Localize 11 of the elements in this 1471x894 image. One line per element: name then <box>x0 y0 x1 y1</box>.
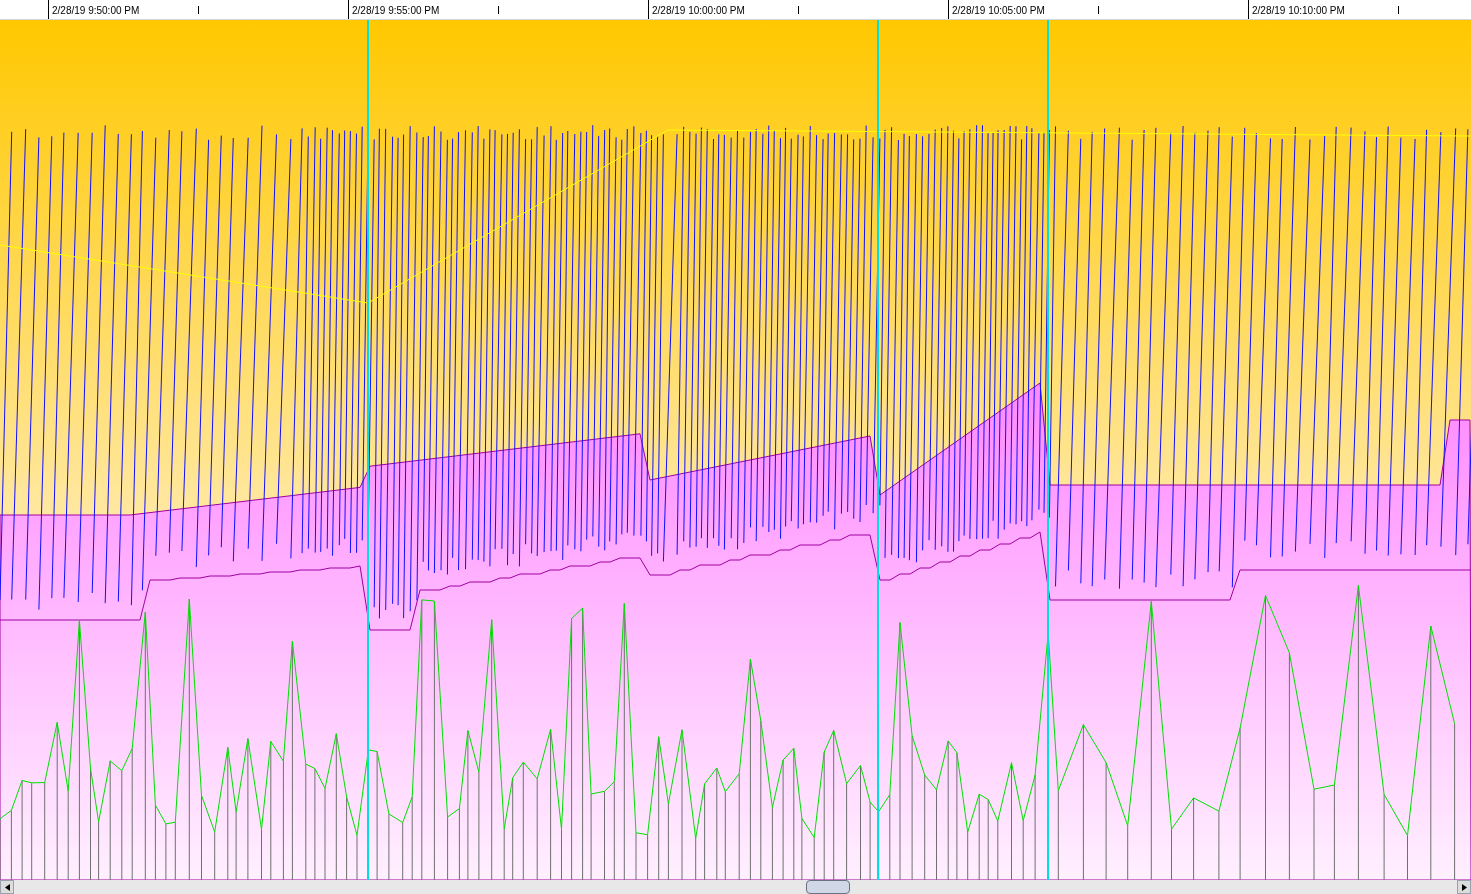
time-label: 2/28/19 10:05:00 PM <box>948 0 1098 19</box>
scroll-right-button[interactable] <box>1457 880 1471 894</box>
time-label: 2/28/19 10:10:00 PM <box>1248 0 1398 19</box>
time-label: 2/28/19 9:50:00 PM <box>48 0 198 19</box>
scrollbar-track[interactable] <box>0 880 1471 894</box>
left-arrow-icon <box>4 883 10 891</box>
time-label: 2/28/19 10:00:00 PM <box>648 0 798 19</box>
scrollbar-thumb[interactable] <box>806 880 850 894</box>
right-arrow-icon <box>1461 883 1467 891</box>
time-label: 2/28/19 9:55:00 PM <box>348 0 498 19</box>
scroll-left-button[interactable] <box>0 880 14 894</box>
